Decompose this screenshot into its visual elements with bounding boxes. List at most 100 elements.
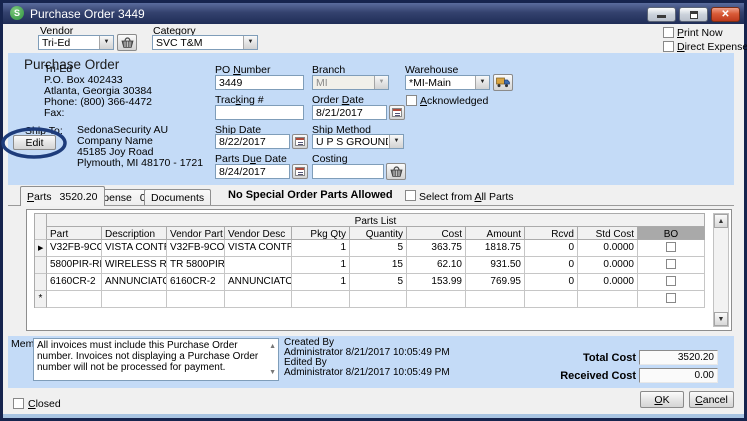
- column-header-vendor_desc[interactable]: Vendor Desc: [225, 227, 292, 240]
- cell-amount[interactable]: 1818.75: [466, 240, 525, 257]
- costing-input[interactable]: [312, 164, 384, 179]
- minimize-button[interactable]: [647, 7, 676, 22]
- cell-rcvd[interactable]: 0: [525, 257, 578, 274]
- memo-textarea[interactable]: All invoices must include this Purchase …: [33, 338, 279, 381]
- cell-pkg_qty[interactable]: 1: [292, 274, 350, 291]
- cell-vendor_part[interactable]: [167, 291, 225, 308]
- acknowledged-checkbox[interactable]: [406, 95, 417, 106]
- cell-part[interactable]: 5800PIR-RES: [47, 257, 102, 274]
- grid-vertical-scrollbar[interactable]: ▲ ▼: [713, 213, 729, 327]
- direct-expense-checkbox[interactable]: [663, 41, 674, 52]
- cell-vendor_desc[interactable]: VISTA CONTROL P: [225, 240, 292, 257]
- cell-cost[interactable]: 62.10: [407, 257, 466, 274]
- cell-vendor_part[interactable]: TR 5800PIRRES: [167, 257, 225, 274]
- title-bar[interactable]: S Purchase Order 3449 ✕: [3, 3, 744, 24]
- column-header-description[interactable]: Description: [102, 227, 167, 240]
- cell-bo[interactable]: [638, 274, 705, 291]
- cell-std_cost[interactable]: 0.0000: [578, 240, 638, 257]
- cell-cost[interactable]: [407, 291, 466, 308]
- cell-vendor_desc[interactable]: [225, 257, 292, 274]
- column-header-amount[interactable]: Amount: [466, 227, 525, 240]
- po-number-input[interactable]: 3449: [215, 75, 304, 90]
- cell-bo[interactable]: [638, 240, 705, 257]
- cell-quantity[interactable]: 5: [350, 240, 407, 257]
- cell-quantity[interactable]: [350, 291, 407, 308]
- cell-std_cost[interactable]: 0.0000: [578, 274, 638, 291]
- cell-bo[interactable]: [638, 257, 705, 274]
- cell-description[interactable]: ANNUNCIATOR KE: [102, 274, 167, 291]
- column-header-part[interactable]: Part: [47, 227, 102, 240]
- cell-std_cost[interactable]: 0.0000: [578, 257, 638, 274]
- cell-pkg_qty[interactable]: 1: [292, 257, 350, 274]
- cell-pkg_qty[interactable]: 1: [292, 240, 350, 257]
- chevron-down-icon[interactable]: ▼: [99, 36, 113, 49]
- cell-quantity[interactable]: 15: [350, 257, 407, 274]
- column-header-cost[interactable]: Cost: [407, 227, 466, 240]
- vendor-lookup-button[interactable]: [117, 34, 137, 51]
- ship-date-input[interactable]: 8/22/2017: [215, 134, 290, 149]
- bo-checkbox[interactable]: [666, 242, 676, 252]
- column-header-quantity[interactable]: Quantity: [350, 227, 407, 240]
- column-header-vendor_part[interactable]: Vendor Part: [167, 227, 225, 240]
- cell-quantity[interactable]: 5: [350, 274, 407, 291]
- bo-checkbox[interactable]: [666, 259, 676, 269]
- cell-rcvd[interactable]: 0: [525, 274, 578, 291]
- tracking-input[interactable]: [215, 105, 304, 120]
- chevron-down-icon[interactable]: ▼: [389, 135, 403, 148]
- current-row-icon[interactable]: ▶: [35, 240, 47, 257]
- tab-parts[interactable]: Parts 3520.20: [20, 186, 105, 206]
- cell-pkg_qty[interactable]: [292, 291, 350, 308]
- ok-button[interactable]: OK: [640, 391, 684, 408]
- cell-vendor_part[interactable]: 6160CR-2: [167, 274, 225, 291]
- cell-description[interactable]: VISTA CONTROL P: [102, 240, 167, 257]
- cell-amount[interactable]: [466, 291, 525, 308]
- warehouse-lookup-button[interactable]: [493, 74, 513, 91]
- cell-cost[interactable]: 363.75: [407, 240, 466, 257]
- print-now-checkbox[interactable]: [663, 27, 674, 38]
- cell-description[interactable]: WIRELESS RESIDE: [102, 257, 167, 274]
- parts-due-date-input[interactable]: 8/24/2017: [215, 164, 290, 179]
- warehouse-combobox[interactable]: *MI-Main ▼: [405, 75, 490, 90]
- costing-lookup-button[interactable]: [386, 163, 406, 180]
- bo-checkbox[interactable]: [666, 276, 676, 286]
- column-header-rcvd[interactable]: Rcvd: [525, 227, 578, 240]
- new-row-icon[interactable]: *: [35, 291, 47, 308]
- column-header-pkg_qty[interactable]: Pkg Qty: [292, 227, 350, 240]
- cell-rcvd[interactable]: [525, 291, 578, 308]
- memo-scroll-up-icon[interactable]: ▲: [269, 341, 276, 352]
- cell-part[interactable]: 6160CR-2: [47, 274, 102, 291]
- cell-amount[interactable]: 769.95: [466, 274, 525, 291]
- chevron-down-icon[interactable]: ▼: [475, 76, 489, 89]
- vendor-combobox[interactable]: Tri-Ed ▼: [38, 35, 114, 50]
- scroll-up-icon[interactable]: ▲: [714, 214, 728, 228]
- order-date-picker-button[interactable]: [389, 105, 405, 120]
- category-combobox[interactable]: SVC T&M ▼: [152, 35, 258, 50]
- column-header-std_cost[interactable]: Std Cost: [578, 227, 638, 240]
- memo-scroll-down-icon[interactable]: ▼: [269, 367, 276, 378]
- scroll-down-icon[interactable]: ▼: [714, 312, 728, 326]
- parts-due-date-picker-button[interactable]: [292, 164, 308, 179]
- tab-documents[interactable]: Documents: [144, 189, 211, 206]
- bo-checkbox[interactable]: [666, 293, 676, 303]
- ship-date-picker-button[interactable]: [292, 134, 308, 149]
- cell-std_cost[interactable]: [578, 291, 638, 308]
- select-from-all-parts-checkbox[interactable]: [405, 190, 416, 201]
- column-header-bo[interactable]: BO: [638, 227, 705, 240]
- row-selector[interactable]: [35, 257, 47, 274]
- cell-part[interactable]: [47, 291, 102, 308]
- row-selector[interactable]: [35, 274, 47, 291]
- closed-checkbox[interactable]: [13, 398, 24, 409]
- edit-ship-to-button[interactable]: Edit: [13, 135, 56, 150]
- cell-vendor_desc[interactable]: [225, 291, 292, 308]
- chevron-down-icon[interactable]: ▼: [243, 36, 257, 49]
- cancel-button[interactable]: Cancel: [689, 391, 734, 408]
- order-date-input[interactable]: 8/21/2017: [312, 105, 387, 120]
- cell-amount[interactable]: 931.50: [466, 257, 525, 274]
- cell-part[interactable]: V32FB-9COM: [47, 240, 102, 257]
- ship-method-combobox[interactable]: U P S GROUND ▼: [312, 134, 404, 149]
- close-button[interactable]: ✕: [711, 7, 740, 22]
- cell-description[interactable]: [102, 291, 167, 308]
- cell-vendor_part[interactable]: V32FB-9COM: [167, 240, 225, 257]
- cell-cost[interactable]: 153.99: [407, 274, 466, 291]
- cell-vendor_desc[interactable]: ANNUNCIATOR KE: [225, 274, 292, 291]
